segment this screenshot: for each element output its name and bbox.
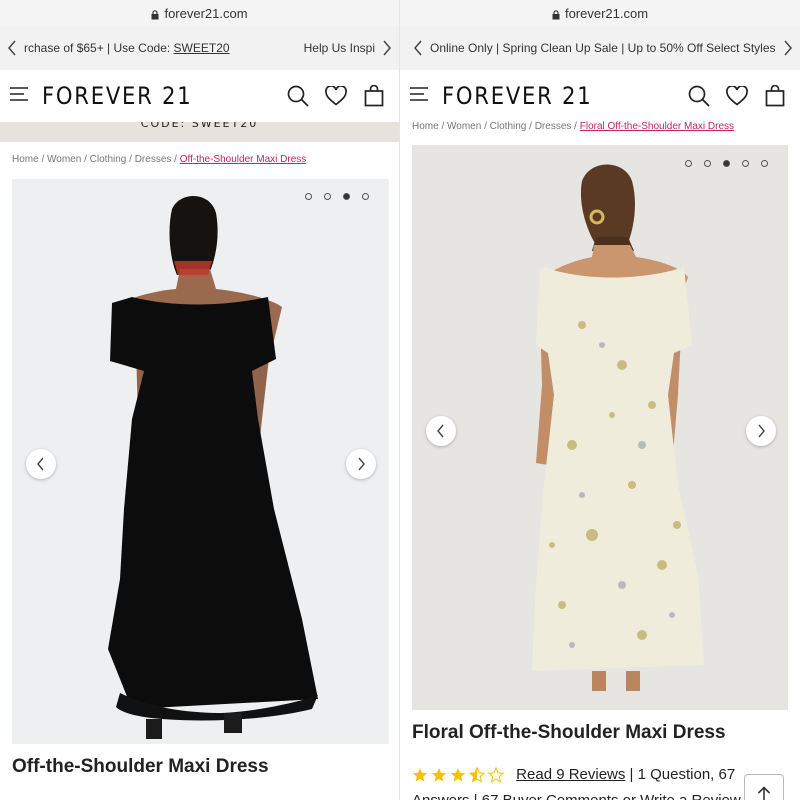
promo-bar: Online Only | Spring Clean Up Sale | Up … (400, 26, 800, 70)
model-floral-dress-image (412, 145, 788, 710)
carousel-dot[interactable] (742, 160, 749, 167)
promo-message: rchase of $65+ | Use Code: (24, 41, 174, 55)
site-logo[interactable]: FOREVER 21 (442, 82, 592, 110)
carousel-dot-active[interactable] (343, 193, 350, 200)
star-half-icon (469, 767, 485, 783)
breadcrumb: Home / Women / Clothing / Dresses / Flor… (412, 121, 735, 132)
url-bar[interactable]: forever21.com (400, 0, 800, 26)
chevron-left-icon (37, 457, 44, 471)
promo-text[interactable]: rchase of $65+ | Use Code: SWEET20 (24, 41, 304, 55)
right-panel: forever21.com Online Only | Spring Clean… (400, 0, 800, 800)
star-full-icon (450, 768, 466, 782)
carousel-dot[interactable] (305, 193, 312, 200)
promo-help-text[interactable]: Help Us Inspi (304, 41, 375, 55)
promo-prev-chevron-icon[interactable] (0, 26, 24, 70)
carousel-next-button[interactable] (746, 416, 776, 446)
carousel-dot[interactable] (362, 193, 369, 200)
carousel-next-button[interactable] (346, 449, 376, 479)
carousel-dot[interactable] (704, 160, 711, 167)
shopping-bag-icon[interactable] (760, 81, 790, 111)
search-icon[interactable] (684, 81, 714, 111)
search-icon[interactable] (283, 81, 313, 111)
breadcrumb-current[interactable]: Off-the-Shoulder Maxi Dress (180, 154, 307, 165)
star-full-icon (431, 768, 447, 782)
promo-prev-chevron-icon[interactable] (406, 26, 430, 70)
banner-code: CODE: SWEET20 (140, 122, 259, 130)
lock-icon (552, 8, 560, 19)
star-rating[interactable] (412, 767, 504, 783)
carousel-dots (685, 160, 768, 167)
chevron-right-icon (758, 424, 765, 438)
promo-code: SWEET20 (173, 41, 230, 55)
model-black-dress-image (12, 179, 389, 744)
url-text: forever21.com (164, 5, 248, 21)
reviews-line-2[interactable]: Answers | 67 Buyer Comments or Write a R… (412, 792, 741, 800)
url-text: forever21.com (564, 5, 649, 21)
carousel-prev-button[interactable] (426, 416, 456, 446)
carousel-prev-button[interactable] (26, 449, 56, 479)
heart-icon[interactable] (722, 81, 752, 111)
breadcrumb-dresses[interactable]: Dresses (535, 121, 572, 132)
star-empty-icon (488, 767, 504, 783)
banner-fine-print (0, 134, 399, 138)
url-bar[interactable]: forever21.com (0, 0, 399, 26)
chevron-left-icon (437, 424, 444, 438)
questions-text[interactable]: | 1 Question, 67 (625, 766, 736, 783)
shopping-bag-icon[interactable] (359, 81, 389, 111)
left-panel: forever21.com rchase of $65+ | Use Code:… (0, 0, 400, 800)
breadcrumb-women[interactable]: Women (447, 121, 481, 132)
site-header: FOREVER 21 (0, 70, 399, 122)
star-full-icon (412, 768, 428, 782)
carousel-dots (305, 193, 369, 200)
site-logo[interactable]: FOREVER 21 (42, 82, 192, 110)
carousel-dot[interactable] (324, 193, 331, 200)
promo-text[interactable]: Online Only | Spring Clean Up Sale | Up … (430, 41, 776, 55)
breadcrumb: Home / Women / Clothing / Dresses / Off-… (12, 154, 307, 165)
product-title: Floral Off-the-Shoulder Maxi Dress (412, 722, 726, 743)
chevron-right-icon (358, 457, 365, 471)
site-header: FOREVER 21 (400, 70, 800, 122)
carousel-dot[interactable] (761, 160, 768, 167)
product-title: Off-the-Shoulder Maxi Dress (12, 756, 269, 777)
breadcrumb-women[interactable]: Women (47, 154, 81, 165)
breadcrumb-dresses[interactable]: Dresses (135, 154, 172, 165)
breadcrumb-home[interactable]: Home (412, 121, 439, 132)
read-reviews-link[interactable]: Read 9 Reviews (516, 766, 625, 783)
heart-icon[interactable] (321, 81, 351, 111)
breadcrumb-clothing[interactable]: Clothing (490, 121, 527, 132)
product-image[interactable] (412, 145, 788, 710)
promo-bar: rchase of $65+ | Use Code: SWEET20 Help … (0, 26, 399, 70)
menu-icon[interactable] (410, 86, 428, 106)
promo-next-chevron-icon[interactable] (375, 26, 399, 70)
breadcrumb-clothing[interactable]: Clothing (90, 154, 127, 165)
arrow-up-icon (757, 786, 771, 800)
breadcrumb-current[interactable]: Floral Off-the-Shoulder Maxi Dress (580, 121, 734, 132)
breadcrumb-home[interactable]: Home (12, 154, 39, 165)
lock-icon (151, 8, 159, 19)
carousel-dot-active[interactable] (723, 160, 730, 167)
promo-banner[interactable]: CODE: SWEET20 (0, 122, 399, 142)
carousel-dot[interactable] (685, 160, 692, 167)
back-to-top-button[interactable] (744, 774, 784, 800)
product-image[interactable] (12, 179, 389, 744)
menu-icon[interactable] (10, 86, 28, 106)
rating-row: Read 9 Reviews | 1 Question, 67 (412, 766, 735, 783)
promo-next-chevron-icon[interactable] (776, 26, 800, 70)
